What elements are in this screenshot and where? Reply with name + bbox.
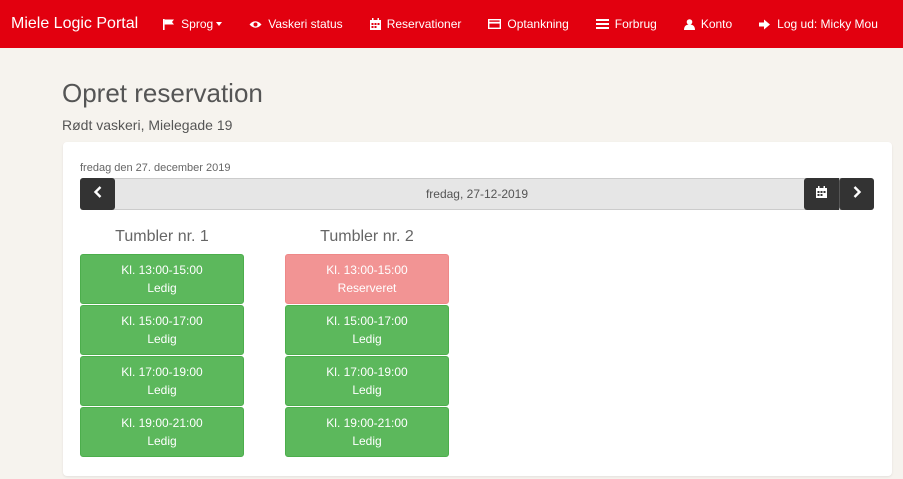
slot-time: Kl. 15:00-17:00: [121, 314, 203, 328]
slot-status: Ledig: [147, 383, 177, 397]
time-slot[interactable]: Kl. 19:00-21:00 Ledig: [80, 407, 244, 457]
nav-language[interactable]: Sprog: [163, 17, 223, 31]
nav-laundry-status[interactable]: Vaskeri status: [249, 17, 343, 31]
next-day-button[interactable]: [839, 178, 874, 210]
slot-status: Ledig: [352, 332, 382, 346]
time-slot[interactable]: Kl. 15:00-17:00 Ledig: [80, 305, 244, 355]
nav-logout-label: Log ud: Micky Mou: [777, 17, 878, 31]
nav-topup[interactable]: Optankning: [488, 17, 569, 31]
chevron-right-icon: [852, 185, 862, 203]
machine-column: Tumbler nr. 1 Kl. 13:00-15:00 Ledig Kl. …: [80, 226, 244, 458]
logout-icon: [759, 19, 771, 30]
slot-time: Kl. 13:00-15:00: [326, 263, 408, 277]
slot-status: Ledig: [147, 434, 177, 448]
eye-icon: [249, 20, 262, 29]
nav-account-label: Konto: [700, 17, 733, 31]
slot-status: Ledig: [352, 434, 382, 448]
nav-consumption[interactable]: Forbrug: [595, 17, 657, 31]
slot-time: Kl. 13:00-15:00: [121, 263, 203, 277]
machine-title: Tumbler nr. 2: [320, 228, 414, 245]
brand-link[interactable]: Miele Logic Portal: [11, 15, 138, 33]
list-icon: [595, 19, 609, 29]
previous-day-button[interactable]: [80, 178, 115, 210]
machine-title: Tumbler nr. 1: [115, 228, 209, 245]
date-input[interactable]: fredag, 27-12-2019: [81, 179, 873, 209]
time-slot[interactable]: Kl. 17:00-19:00 Ledig: [80, 356, 244, 406]
calendar-button[interactable]: [804, 178, 839, 210]
page-subtitle: Rødt vaskeri, Mielegade 19: [62, 117, 233, 133]
calendar-icon: [369, 18, 381, 30]
date-label: fredag den 27. december 2019: [80, 162, 231, 174]
date-picker[interactable]: fredag, 27-12-2019: [80, 178, 874, 210]
slot-time: Kl. 19:00-21:00: [121, 416, 203, 430]
slot-status: Reserveret: [337, 281, 397, 295]
nav-laundry-status-label: Vaskeri status: [268, 17, 343, 31]
slot-time: Kl. 17:00-19:00: [121, 365, 203, 379]
chevron-left-icon: [93, 185, 103, 203]
slot-time: Kl. 15:00-17:00: [326, 314, 408, 328]
slot-status: Ledig: [147, 332, 177, 346]
time-slot[interactable]: Kl. 17:00-19:00 Ledig: [285, 356, 449, 406]
slot-status: Ledig: [352, 383, 382, 397]
time-slot[interactable]: Kl. 13:00-15:00 Ledig: [80, 254, 244, 304]
time-slot[interactable]: Kl. 15:00-17:00 Ledig: [285, 305, 449, 355]
reservation-panel: fredag den 27. december 2019 fredag, 27-…: [63, 142, 892, 476]
nav-consumption-label: Forbrug: [614, 17, 657, 31]
page-title: Opret reservation: [62, 78, 263, 108]
chevron-down-icon: [216, 22, 223, 26]
machine-column: Tumbler nr. 2 Kl. 13:00-15:00 Reserveret…: [285, 226, 449, 458]
slot-time: Kl. 17:00-19:00: [326, 365, 408, 379]
time-slot-reserved[interactable]: Kl. 13:00-15:00 Reserveret: [285, 254, 449, 304]
slot-status: Ledig: [147, 281, 177, 295]
time-slot[interactable]: Kl. 19:00-21:00 Ledig: [285, 407, 449, 457]
credit-card-icon: [488, 19, 502, 29]
calendar-icon: [816, 185, 827, 203]
top-navbar: Miele Logic Portal Sprog Vaskeri status …: [0, 0, 903, 48]
slot-time: Kl. 19:00-21:00: [326, 416, 408, 430]
nav-logout[interactable]: Log ud: Micky Mou: [759, 17, 878, 31]
nav-language-label: Sprog: [181, 17, 214, 31]
user-icon: [683, 18, 695, 30]
nav-reservations-label: Reservationer: [386, 17, 462, 31]
nav-topup-label: Optankning: [507, 17, 569, 31]
flag-icon: [163, 18, 175, 30]
nav-account[interactable]: Konto: [683, 17, 733, 31]
nav-reservations[interactable]: Reservationer: [369, 17, 462, 31]
